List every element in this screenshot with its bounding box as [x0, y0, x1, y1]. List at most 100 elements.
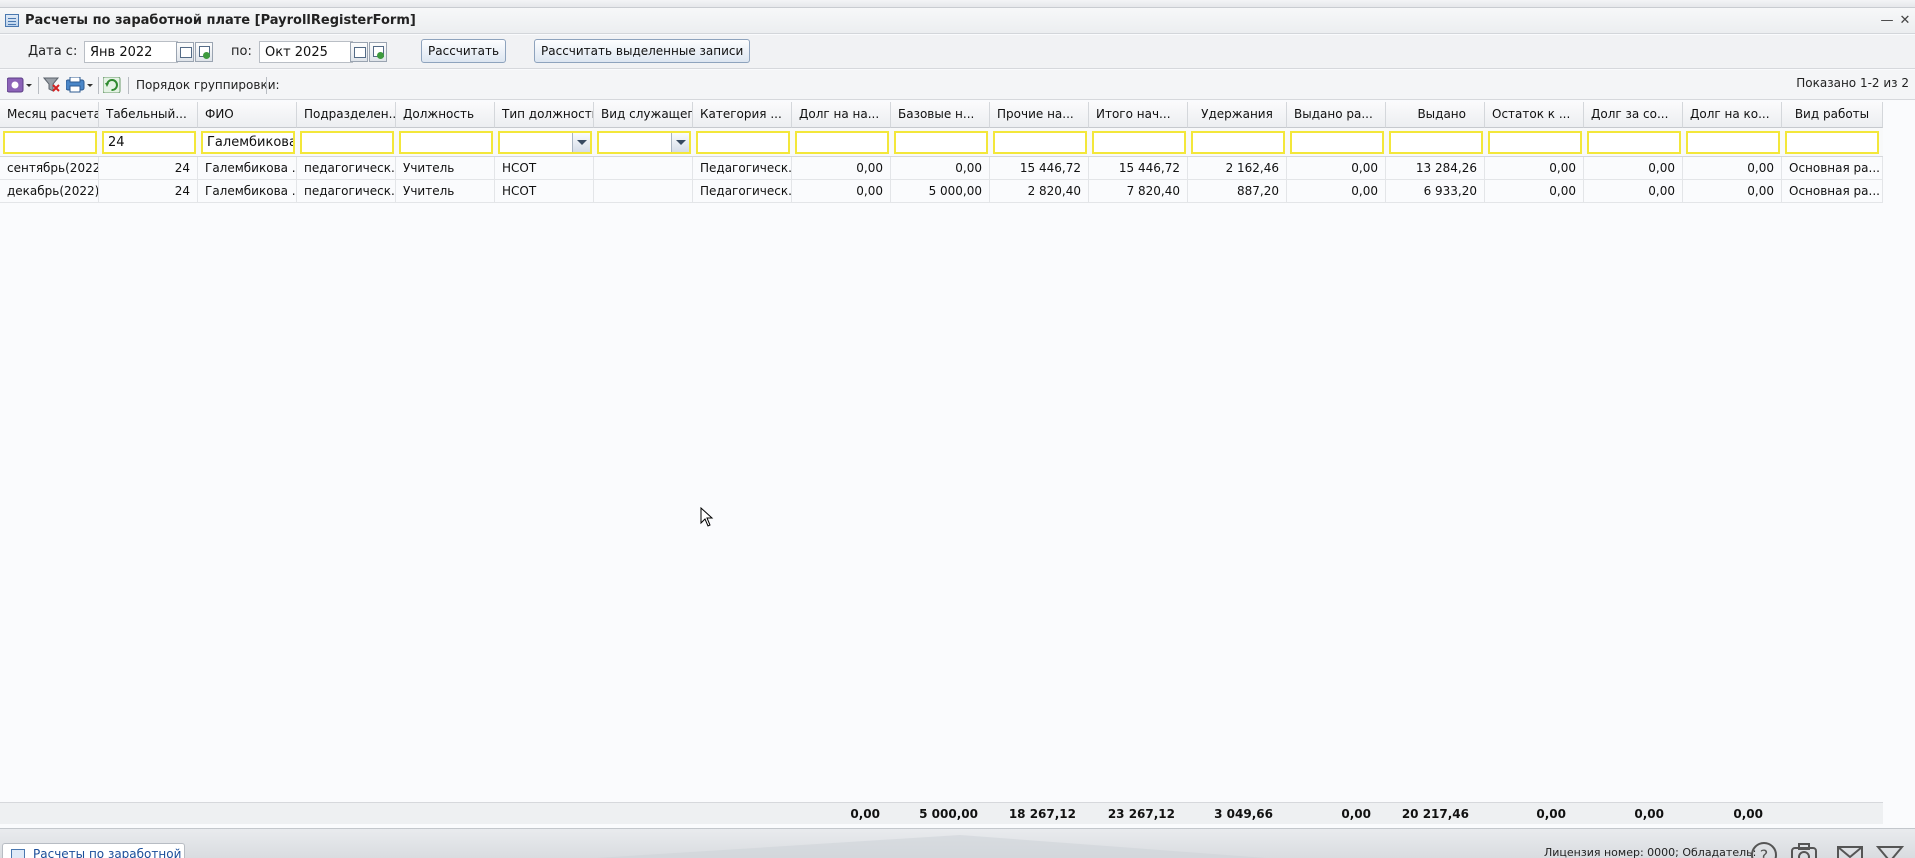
- filter-paid-earlier-field[interactable]: [1290, 131, 1384, 154]
- column-header[interactable]: Базовые н...: [891, 102, 990, 128]
- filter-balance-field[interactable]: [1488, 131, 1582, 154]
- column-header[interactable]: Прочие на...: [990, 102, 1089, 128]
- column-header[interactable]: Вид служащего: [594, 102, 693, 128]
- total-accrued: 23 267,12: [1107, 807, 1175, 821]
- print-icon[interactable]: [66, 77, 94, 93]
- mail-icon[interactable]: [1836, 841, 1864, 858]
- totals-row: 0,00 5 000,00 18 267,12 23 267,12 3 049,…: [0, 802, 1883, 824]
- filter-position-type-select[interactable]: [498, 131, 592, 154]
- cell-debt-employee: 0,00: [1584, 180, 1683, 203]
- toolbar-separator: [266, 77, 267, 94]
- filter-month-field[interactable]: [3, 131, 97, 154]
- cell-employee-type: [594, 157, 693, 180]
- mouse-cursor-icon: [700, 507, 714, 527]
- cell-fio: Галембикова ...: [198, 180, 297, 203]
- filter-fio-field[interactable]: Галембикова: [201, 131, 295, 154]
- filter-position-field[interactable]: [399, 131, 493, 154]
- cell-paid: 13 284,26: [1386, 157, 1485, 180]
- column-header[interactable]: Месяц расчета: [0, 102, 99, 128]
- filter-total-accrued-field[interactable]: [1092, 131, 1186, 154]
- taskbar-tab-payroll[interactable]: Расчеты по заработной: [2, 843, 185, 858]
- table-row[interactable]: декабрь(2022) 24 Галембикова ... педагог…: [0, 180, 1883, 203]
- cell-base-accruals: 5 000,00: [891, 180, 990, 203]
- filter-employee-type-select[interactable]: [597, 131, 691, 154]
- cell-total-accrued: 7 820,40: [1089, 180, 1188, 203]
- column-header[interactable]: Категория ...: [693, 102, 792, 128]
- filter-base-accruals-field[interactable]: [894, 131, 988, 154]
- cell-tab-number: 24: [99, 180, 198, 203]
- column-header[interactable]: ФИО: [198, 102, 297, 128]
- total-other-accruals: 18 267,12: [1008, 807, 1076, 821]
- filter-category-field[interactable]: [696, 131, 790, 154]
- filter-icon[interactable]: [1876, 841, 1904, 858]
- column-header[interactable]: Остаток к ...: [1485, 102, 1584, 128]
- refresh-icon[interactable]: [103, 77, 121, 93]
- column-header[interactable]: Удержания: [1188, 102, 1287, 128]
- filter-paid-field[interactable]: [1389, 131, 1483, 154]
- cell-department: педагогическ...: [297, 180, 396, 203]
- clear-filter-icon[interactable]: [43, 77, 61, 93]
- date-reset-icon[interactable]: [195, 42, 213, 62]
- calendar-icon[interactable]: [176, 42, 194, 62]
- filter-work-type-field[interactable]: [1785, 131, 1879, 154]
- svg-text:?: ?: [1760, 846, 1769, 858]
- column-header[interactable]: Выдано ра...: [1287, 102, 1386, 128]
- column-header[interactable]: Итого нач...: [1089, 102, 1188, 128]
- filter-debt-start-field[interactable]: [795, 131, 889, 154]
- calendar-icon[interactable]: [350, 42, 368, 62]
- cell-debt-end: 0,00: [1683, 180, 1782, 203]
- column-header[interactable]: Долг на ко...: [1683, 102, 1782, 128]
- cell-employee-type: [594, 180, 693, 203]
- column-header[interactable]: Тип должности: [495, 102, 594, 128]
- date-reset-icon[interactable]: [369, 42, 387, 62]
- window-icon: [5, 14, 19, 27]
- cell-fio: Галембикова ...: [198, 157, 297, 180]
- date-from-label: Дата с:: [28, 44, 78, 59]
- calculate-selected-button[interactable]: Рассчитать выделенные записи: [534, 39, 751, 63]
- total-deductions: 3 049,66: [1214, 807, 1273, 821]
- column-header[interactable]: Подразделен...: [297, 102, 396, 128]
- column-header[interactable]: Табельный...: [99, 102, 198, 128]
- column-header[interactable]: Долг на на...: [792, 102, 891, 128]
- cell-position: Учитель: [396, 180, 495, 203]
- column-header[interactable]: Вид работы: [1782, 102, 1883, 128]
- chevron-down-icon[interactable]: [671, 133, 689, 152]
- cell-department: педагогическ...: [297, 157, 396, 180]
- date-to-label: по:: [231, 44, 252, 59]
- cell-deductions: 887,20: [1188, 180, 1287, 203]
- cell-paid-earlier: 0,00: [1287, 180, 1386, 203]
- cell-balance: 0,00: [1485, 157, 1584, 180]
- filter-tab-number-field[interactable]: 24: [102, 131, 196, 154]
- cell-tab-number: 24: [99, 157, 198, 180]
- close-icon[interactable]: ✕: [1898, 14, 1912, 28]
- calculate-button[interactable]: Рассчитать: [421, 39, 507, 63]
- date-from-field[interactable]: Янв 2022: [84, 41, 178, 63]
- column-header[interactable]: Выдано: [1386, 102, 1485, 128]
- camera-icon[interactable]: [1790, 841, 1818, 858]
- cell-month: декабрь(2022): [0, 180, 99, 203]
- add-menu-icon[interactable]: [7, 77, 33, 93]
- column-header[interactable]: Долг за со...: [1584, 102, 1683, 128]
- help-icon[interactable]: ?: [1750, 841, 1778, 858]
- cell-deductions: 2 162,46: [1188, 157, 1287, 180]
- minimize-icon[interactable]: —: [1880, 14, 1894, 28]
- column-header[interactable]: Должность: [396, 102, 495, 128]
- status-decoration: [595, 835, 1267, 858]
- cell-position: Учитель: [396, 157, 495, 180]
- table-row[interactable]: сентябрь(2022) 24 Галембикова ... педаго…: [0, 157, 1883, 180]
- filter-debt-employee-field[interactable]: [1587, 131, 1681, 154]
- filter-department-field[interactable]: [300, 131, 394, 154]
- filter-deductions-field[interactable]: [1191, 131, 1285, 154]
- window-titlebar: Расчеты по заработной плате [PayrollRegi…: [0, 8, 1915, 34]
- filter-debt-end-field[interactable]: [1686, 131, 1780, 154]
- toolbar-separator: [98, 77, 99, 94]
- date-to-field[interactable]: Окт 2025: [259, 41, 353, 63]
- grouping-label: Порядок группировки:: [136, 78, 280, 92]
- cell-position-type: НСОТ: [495, 157, 594, 180]
- license-text: Лицензия номер: 0000; Обладатель:: [1544, 846, 1757, 858]
- chevron-down-icon[interactable]: [572, 133, 590, 152]
- grid-toolbar: Порядок группировки: Показано 1-2 из 2: [0, 70, 1915, 100]
- total-paid-earlier: 0,00: [1341, 807, 1371, 821]
- filter-other-accruals-field[interactable]: [993, 131, 1087, 154]
- cell-total-accrued: 15 446,72: [1089, 157, 1188, 180]
